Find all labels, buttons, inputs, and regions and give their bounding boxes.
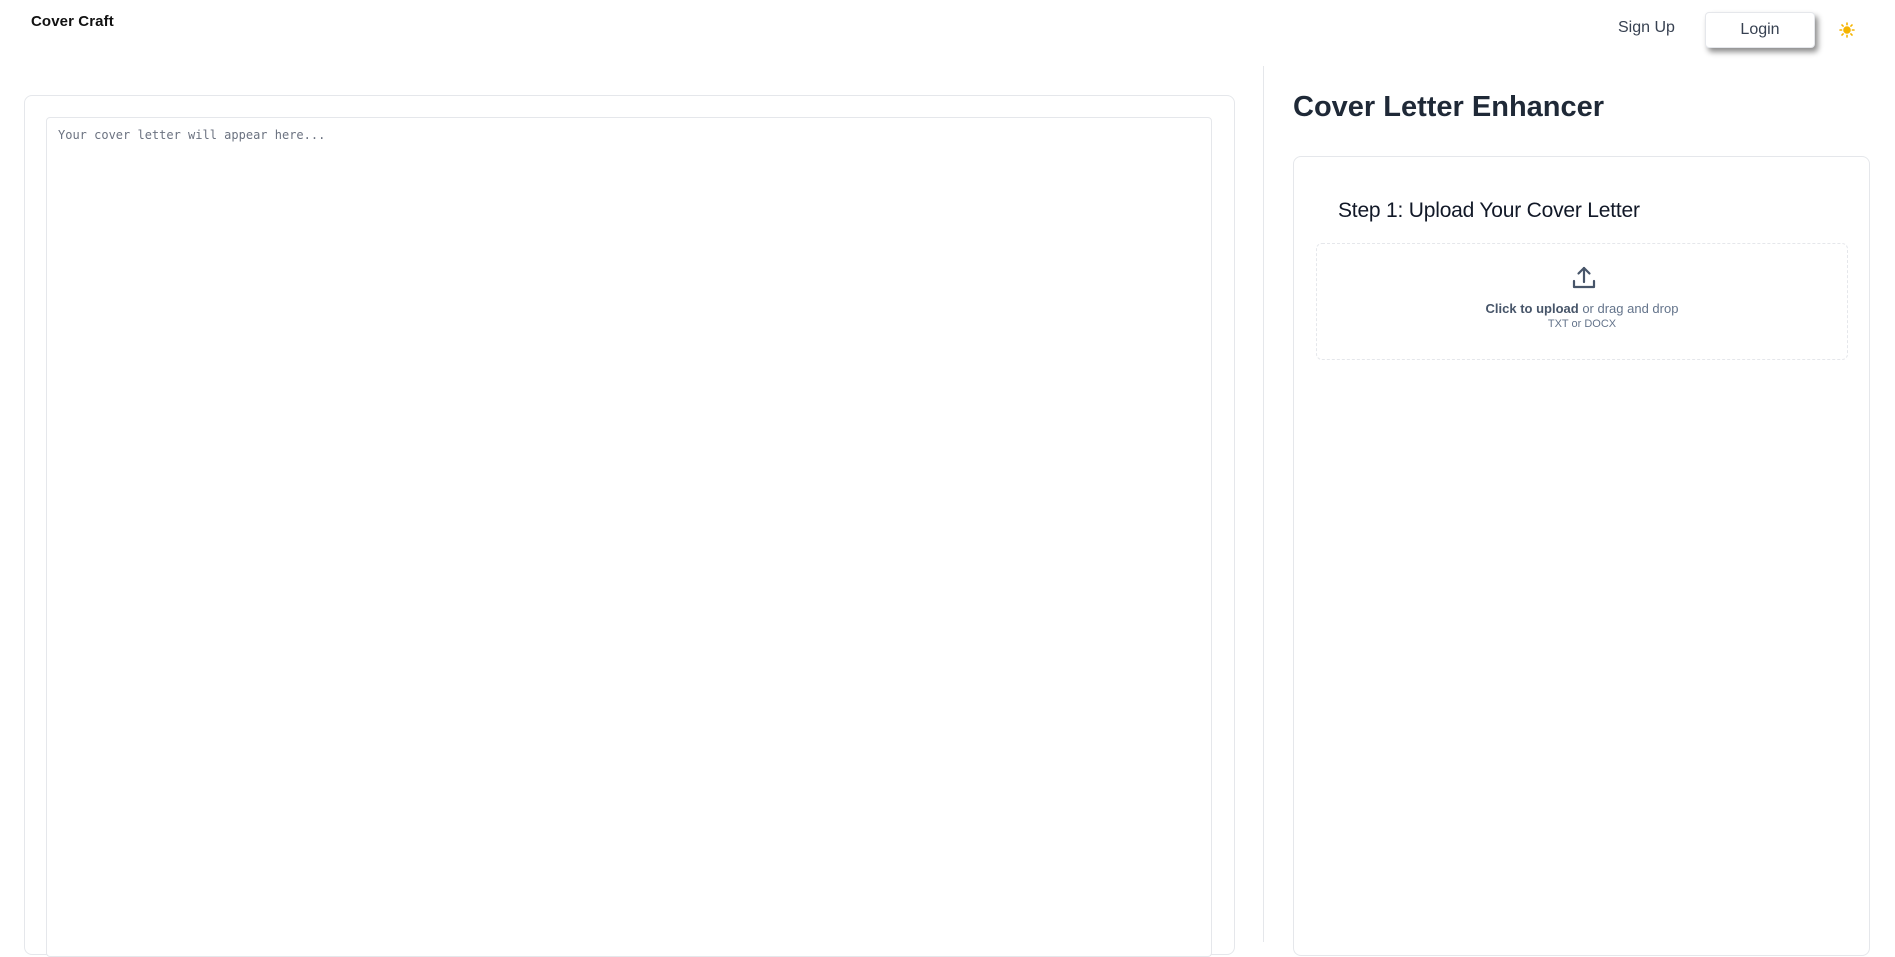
click-to-upload-text[interactable]: Click to upload	[1486, 301, 1579, 316]
dropzone-instructions: Click to upload or drag and drop	[1317, 301, 1847, 316]
cover-letter-textarea[interactable]	[46, 117, 1212, 957]
page-title: Cover Letter Enhancer	[1293, 91, 1605, 123]
sun-icon	[1839, 22, 1855, 38]
cover-letter-panel	[24, 95, 1235, 957]
upload-icon	[1572, 266, 1596, 289]
signup-link[interactable]: Sign Up	[1618, 19, 1675, 37]
brand-logo-text[interactable]: Cover Craft	[31, 13, 114, 30]
enhancer-card: Step 1: Upload Your Cover Letter Click t…	[1293, 156, 1870, 956]
top-navbar: Cover Craft Sign Up Login	[0, 0, 1895, 60]
login-button[interactable]: Login	[1705, 12, 1815, 48]
drag-and-drop-text: or drag and drop	[1578, 301, 1679, 316]
theme-toggle-button[interactable]	[1837, 20, 1857, 40]
vertical-divider	[1263, 66, 1264, 942]
step1-title: Step 1: Upload Your Cover Letter	[1338, 199, 1640, 222]
accepted-formats-text: TXT or DOCX	[1547, 318, 1617, 330]
file-dropzone[interactable]: Click to upload or drag and drop TXT or …	[1316, 243, 1848, 360]
